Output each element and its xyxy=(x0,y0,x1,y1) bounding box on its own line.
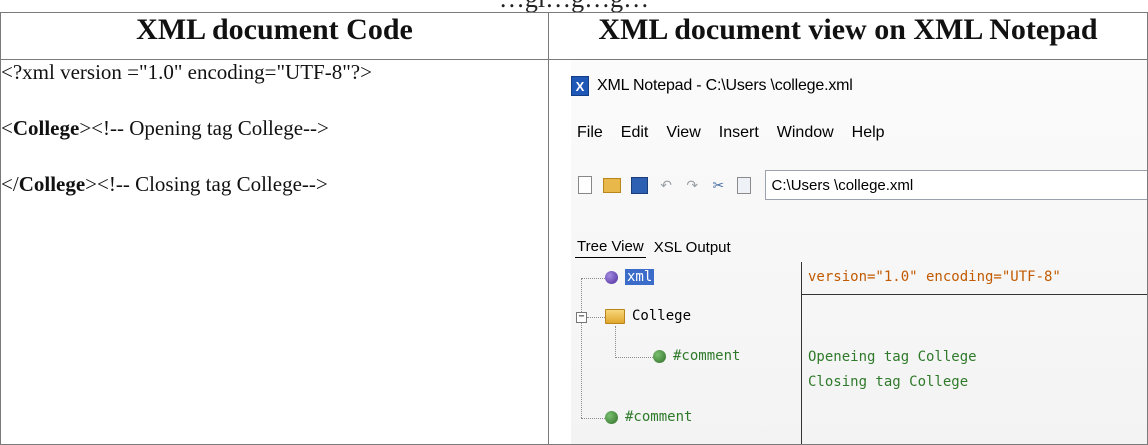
value-closing-comment[interactable]: Closing tag College xyxy=(808,374,968,390)
tree-node-label: #comment xyxy=(625,409,693,425)
tree-node-comment-root[interactable]: #comment xyxy=(605,409,692,425)
toolbar: ↶ ↷ ✂ C:\Users \college.xml xyxy=(577,170,1147,200)
header-xml-notepad-view: XML document view on XML Notepad xyxy=(548,12,1148,60)
tree-node-label: xml xyxy=(625,269,655,285)
code-cell: <?xml version ="1.0" encoding="UTF-8"?> … xyxy=(0,59,549,445)
xml-notepad-app-icon: X xyxy=(571,76,589,96)
window-title: XML Notepad - C:\Users \college.xml xyxy=(597,77,853,94)
notepad-view-cell: X XML Notepad - C:\Users \college.xml Fi… xyxy=(548,59,1148,445)
code-line-declaration: <?xml version ="1.0" encoding="UTF-8"?> xyxy=(1,60,372,84)
copy-icon[interactable] xyxy=(736,176,752,194)
menu-help[interactable]: Help xyxy=(852,124,885,142)
tab-xsl-output[interactable]: XSL Output xyxy=(652,237,733,258)
menu-view[interactable]: View xyxy=(666,124,700,142)
undo-icon[interactable]: ↶ xyxy=(658,176,674,194)
node-values-pane: version="1.0" encoding="UTF-8" Openeing … xyxy=(801,262,1147,444)
collapse-toggle[interactable]: − xyxy=(576,312,587,323)
menu-edit[interactable]: Edit xyxy=(621,124,649,142)
comparison-table: XML document Code XML document view on X… xyxy=(0,12,1148,445)
new-file-icon[interactable] xyxy=(577,176,593,194)
tree-node-label: College xyxy=(632,308,692,324)
tree-view-pane: − xml College #comment #comment xyxy=(571,266,801,444)
header-xml-code: XML document Code xyxy=(0,12,549,60)
tree-node-comment-child[interactable]: #comment xyxy=(653,348,740,364)
cut-icon[interactable]: ✂ xyxy=(710,176,726,194)
comment-node-icon xyxy=(653,349,666,363)
menu-bar: File Edit View Insert Window Help xyxy=(577,124,885,142)
processing-instruction-icon xyxy=(605,270,618,284)
xml-notepad-window: X XML Notepad - C:\Users \college.xml Fi… xyxy=(571,60,1147,444)
open-folder-icon[interactable] xyxy=(603,176,622,194)
value-xml-declaration[interactable]: version="1.0" encoding="UTF-8" xyxy=(808,269,1061,285)
code-line-closing-tag: </College><!-- Closing tag College--> xyxy=(1,172,328,196)
title-bar: X XML Notepad - C:\Users \college.xml xyxy=(571,74,853,98)
menu-insert[interactable]: Insert xyxy=(719,124,759,142)
file-path-field[interactable]: C:\Users \college.xml xyxy=(764,170,1147,200)
tab-tree-view[interactable]: Tree View xyxy=(575,236,646,258)
value-opening-comment[interactable]: Openeing tag College xyxy=(808,349,977,365)
content-row: <?xml version ="1.0" encoding="UTF-8"?> … xyxy=(0,59,1148,445)
header-row: XML document Code XML document view on X… xyxy=(0,12,1148,60)
view-tabs: Tree View XSL Output xyxy=(575,236,733,258)
folder-icon xyxy=(605,308,625,324)
menu-window[interactable]: Window xyxy=(777,124,834,142)
code-line-opening-tag: <College><!-- Opening tag College--> xyxy=(1,116,329,140)
redo-icon[interactable]: ↷ xyxy=(684,176,700,194)
menu-file[interactable]: File xyxy=(577,124,603,142)
tree-node-xml[interactable]: xml xyxy=(605,269,655,285)
comment-node-icon xyxy=(605,410,618,424)
tree-node-college[interactable]: College xyxy=(605,308,691,324)
tree-node-label: #comment xyxy=(673,348,741,364)
save-icon[interactable] xyxy=(631,176,649,194)
